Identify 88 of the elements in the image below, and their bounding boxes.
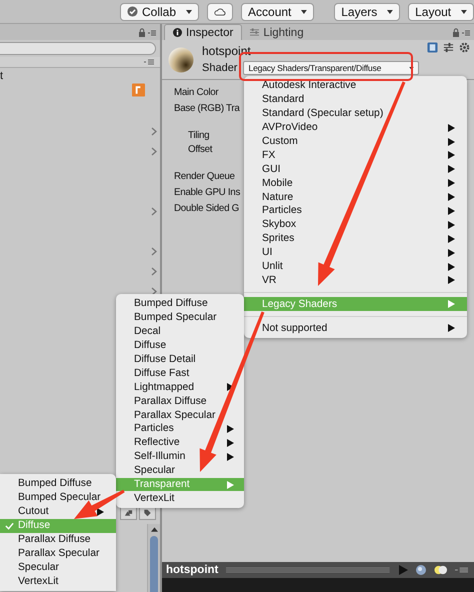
menu-item[interactable]: Bumped Specular bbox=[116, 310, 244, 325]
chevron-icon[interactable] bbox=[151, 146, 157, 156]
menu-item[interactable]: Particles bbox=[244, 204, 467, 218]
settings-icon[interactable] bbox=[459, 42, 470, 53]
menu-item[interactable]: Standard bbox=[244, 92, 467, 107]
menu-item[interactable]: Specular bbox=[116, 464, 244, 478]
menu-item[interactable]: Bumped Specular bbox=[0, 490, 116, 505]
script-icon bbox=[132, 83, 145, 97]
sphere-icon[interactable] bbox=[416, 565, 426, 575]
hierarchy-item[interactable]: t bbox=[0, 70, 4, 82]
info-icon bbox=[173, 28, 182, 37]
menu-item[interactable]: Cutout bbox=[0, 504, 116, 519]
menu-item[interactable]: Parallax Diffuse bbox=[116, 394, 244, 408]
menu-item[interactable]: Particles bbox=[116, 422, 244, 436]
menu-item[interactable]: AVProVideo bbox=[244, 120, 467, 135]
menu-item[interactable]: Standard (Specular setup) bbox=[244, 106, 467, 121]
property-label: Tiling bbox=[188, 130, 210, 140]
caret-icon bbox=[186, 10, 192, 14]
menu-item[interactable]: Self-Illumin bbox=[116, 450, 244, 464]
menu-item[interactable]: Parallax Diffuse bbox=[0, 532, 116, 546]
dropdown-button[interactable]: Layout bbox=[408, 2, 474, 20]
menu-item[interactable]: Skybox bbox=[244, 218, 467, 232]
caret-icon bbox=[387, 10, 394, 14]
menu-item[interactable]: Autodesk Interactive bbox=[244, 79, 467, 93]
chevron-icon[interactable] bbox=[151, 286, 157, 296]
menu-item[interactable]: Bumped Diffuse bbox=[116, 297, 244, 311]
property-label: Enable GPU Ins bbox=[174, 186, 240, 198]
caret-icon bbox=[301, 10, 308, 14]
property-label: Main Color bbox=[174, 86, 218, 98]
property-label: Double Sided G bbox=[174, 202, 239, 214]
menu-item[interactable]: Nature bbox=[244, 190, 467, 204]
menu-item[interactable]: VR bbox=[244, 273, 467, 288]
menu-icon[interactable] bbox=[455, 565, 468, 575]
scrollbar[interactable] bbox=[147, 524, 160, 592]
chevron-icon[interactable] bbox=[151, 126, 157, 136]
dropdown-button[interactable]: Account bbox=[241, 2, 314, 20]
menu-item[interactable]: GUI bbox=[244, 162, 467, 176]
property-label: Offset bbox=[188, 144, 212, 154]
material-name: hotspoint bbox=[202, 44, 252, 58]
menu-item[interactable]: Specular bbox=[0, 560, 116, 574]
menu-item[interactable]: Parallax Specular bbox=[0, 546, 116, 560]
check-circle-icon bbox=[127, 6, 138, 17]
tab[interactable]: Lighting bbox=[242, 25, 312, 40]
property-label: Base (RGB) Tra bbox=[174, 102, 240, 114]
caret-icon bbox=[461, 10, 467, 14]
property-label: Render Queue bbox=[174, 170, 235, 182]
menu-item[interactable]: Diffuse Detail bbox=[116, 352, 244, 366]
menu-item[interactable]: FX bbox=[244, 148, 467, 162]
book-icon[interactable] bbox=[427, 42, 438, 53]
menu-item[interactable]: Bumped Diffuse bbox=[0, 477, 116, 491]
menu-item[interactable]: VertexLit bbox=[116, 491, 244, 506]
caret-icon bbox=[409, 66, 414, 70]
menu-item[interactable]: UI bbox=[244, 246, 467, 260]
cloud-icon bbox=[214, 6, 226, 16]
play-icon[interactable] bbox=[398, 565, 408, 575]
tab[interactable]: Inspector bbox=[164, 24, 242, 40]
menu-item[interactable]: Diffuse Fast bbox=[116, 366, 244, 380]
cloud-button[interactable] bbox=[207, 2, 234, 20]
shapes-icon bbox=[124, 508, 133, 516]
shader-label: Shader bbox=[202, 62, 238, 74]
menu-item[interactable]: Mobile bbox=[244, 176, 467, 190]
sliders-icon bbox=[250, 28, 260, 37]
menu-item[interactable]: Reflective bbox=[116, 436, 244, 450]
menu-item[interactable]: VertexLit bbox=[0, 574, 116, 588]
sliders-icon[interactable] bbox=[443, 42, 454, 53]
chevron-icon[interactable] bbox=[151, 266, 157, 276]
lock-menu-icon[interactable] bbox=[138, 28, 156, 36]
menu-item[interactable]: Sprites bbox=[244, 232, 467, 246]
collab-button[interactable]: Collab bbox=[120, 2, 200, 20]
lights-icon[interactable] bbox=[434, 565, 447, 575]
lock-menu-icon[interactable] bbox=[452, 28, 470, 36]
menu-item[interactable]: Custom bbox=[244, 134, 467, 148]
chevron-icon[interactable] bbox=[151, 206, 157, 216]
menu-icon[interactable] bbox=[144, 59, 154, 65]
up-arrow-icon[interactable] bbox=[150, 527, 158, 532]
dropdown-button[interactable]: Layers bbox=[334, 2, 400, 20]
drag-handle-icon[interactable] bbox=[226, 567, 390, 573]
menu-item[interactable]: Not supported bbox=[244, 321, 467, 336]
material-sphere-icon bbox=[168, 46, 194, 72]
search-field[interactable] bbox=[0, 42, 156, 55]
chevron-icon[interactable] bbox=[151, 246, 157, 256]
menu-item[interactable]: Diffuse bbox=[116, 338, 244, 353]
preview-title: hotspoint bbox=[166, 564, 218, 576]
menu-item[interactable]: Decal bbox=[116, 324, 244, 339]
scrollbar-thumb[interactable] bbox=[150, 536, 158, 592]
menu-item[interactable]: Parallax Specular bbox=[116, 408, 244, 422]
shader-dropdown[interactable]: Legacy Shaders/Transparent/Diffuse bbox=[243, 61, 419, 75]
menu-item[interactable]: Unlit bbox=[244, 260, 467, 274]
